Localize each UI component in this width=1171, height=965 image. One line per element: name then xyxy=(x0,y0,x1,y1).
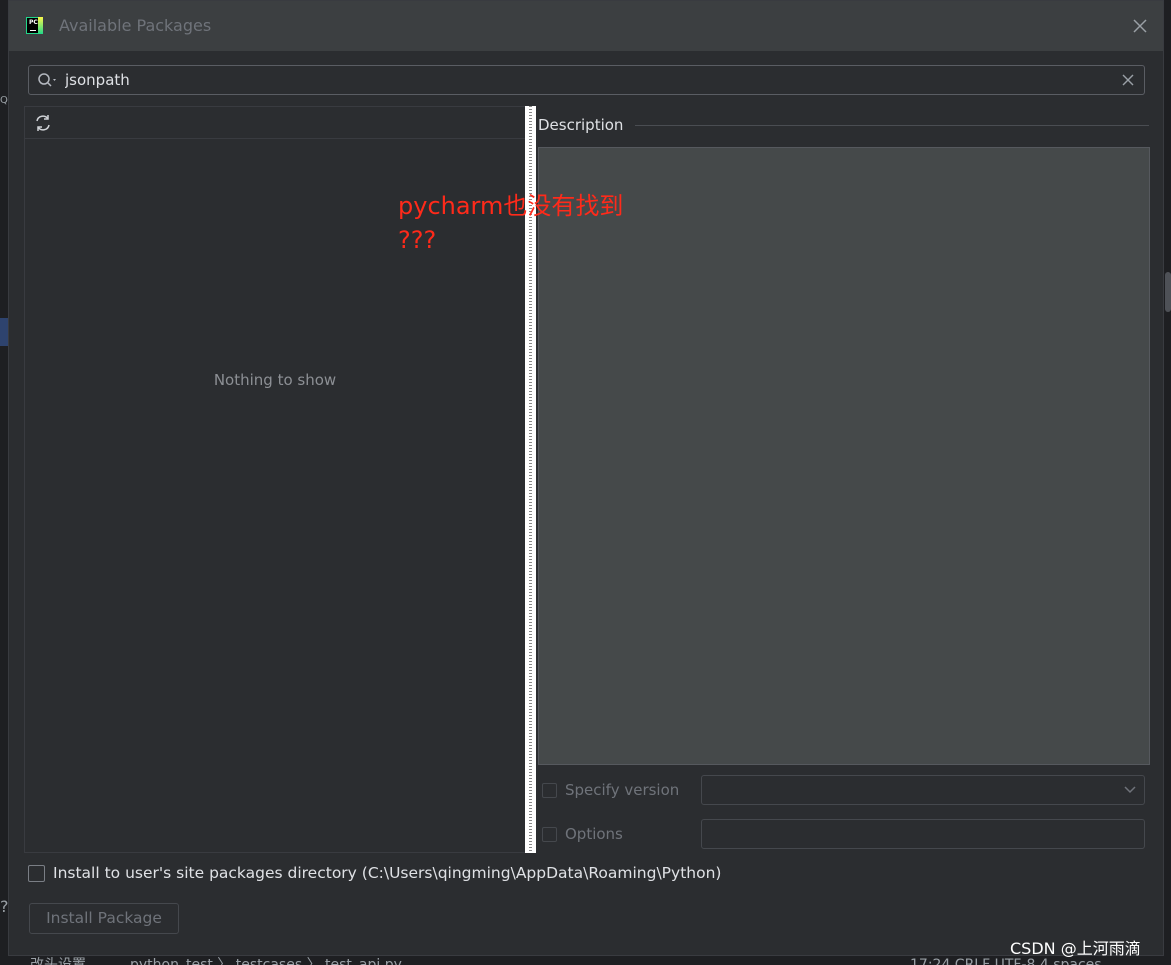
refresh-icon[interactable] xyxy=(33,113,53,133)
ide-selected-row xyxy=(0,318,8,346)
close-icon xyxy=(1133,19,1147,33)
package-list-toolbar xyxy=(25,107,525,139)
options-checkbox[interactable] xyxy=(542,827,557,842)
search-input[interactable] xyxy=(65,70,1105,90)
install-to-user-site-label: Install to user's site packages director… xyxy=(53,864,722,882)
chevron-down-icon xyxy=(1124,786,1136,794)
close-button[interactable] xyxy=(1129,15,1151,37)
install-to-user-site-checkbox[interactable] xyxy=(28,865,45,882)
annotation-line-1: pycharm也没有找到 xyxy=(398,192,624,220)
search-icon[interactable] xyxy=(37,72,59,88)
install-package-button[interactable]: Install Package xyxy=(29,903,179,934)
specify-version-label: Specify version xyxy=(565,781,680,799)
options-label: Options xyxy=(565,825,623,843)
ide-right-strip xyxy=(1163,0,1171,965)
empty-list-message: Nothing to show xyxy=(213,371,337,389)
dialog-titlebar: PC Available Packages xyxy=(9,1,1163,51)
pycharm-app-icon: PC xyxy=(26,17,43,34)
available-packages-dialog: PC Available Packages jsonpath Nothing t… xyxy=(8,0,1164,956)
options-input[interactable] xyxy=(701,819,1145,849)
ide-search-glyph: Q xyxy=(0,95,8,106)
package-search-box[interactable] xyxy=(28,65,1145,95)
csdn-watermark: CSDN @上河雨滴 xyxy=(1010,939,1141,958)
specify-version-checkbox[interactable] xyxy=(542,783,557,798)
description-area xyxy=(538,147,1150,765)
ide-scrollbar-thumb[interactable] xyxy=(1165,272,1171,312)
version-dropdown[interactable] xyxy=(701,775,1145,805)
annotation-line-2: ??? xyxy=(398,226,437,254)
red-annotation: pycharm也没有找到 ??? xyxy=(398,189,623,257)
clear-search-icon[interactable] xyxy=(1122,74,1134,86)
description-label: Description xyxy=(538,116,624,134)
description-separator xyxy=(635,125,1149,126)
dialog-title: Available Packages xyxy=(59,16,212,35)
